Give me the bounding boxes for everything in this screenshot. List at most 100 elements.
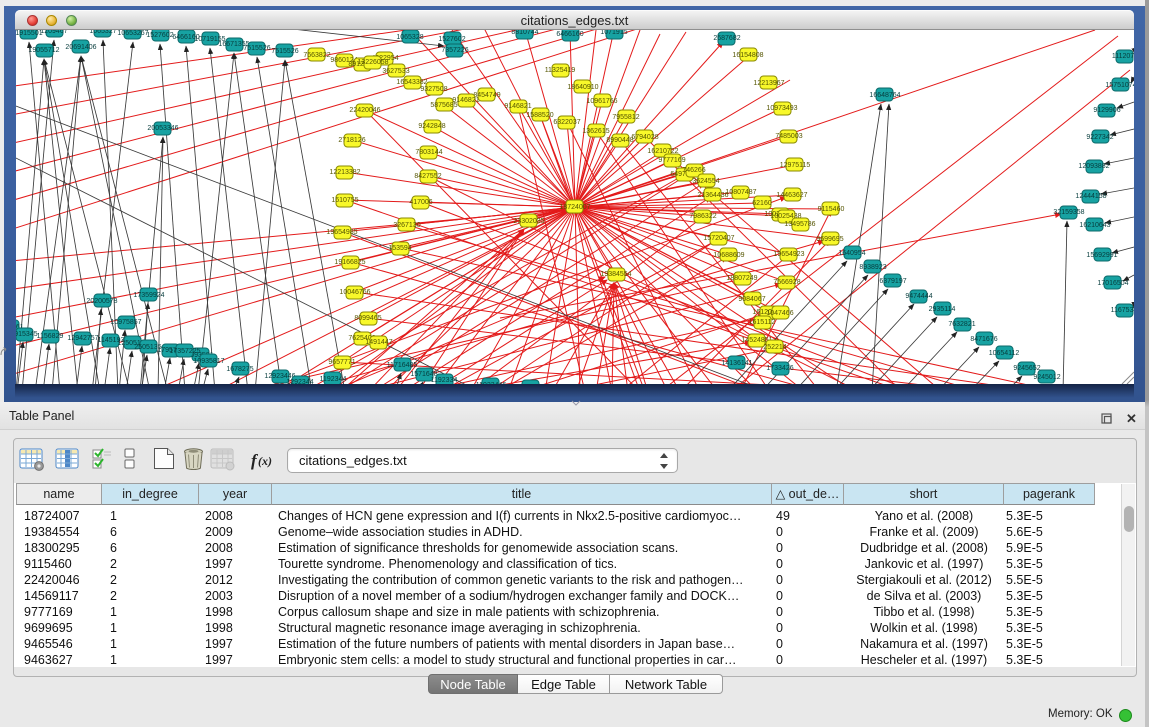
svg-text:3915345: 3915345 [16, 331, 38, 338]
svg-text:18807249: 18807249 [726, 275, 757, 282]
svg-text:9146821: 9146821 [504, 103, 531, 110]
svg-text:12942757: 12942757 [67, 335, 98, 342]
svg-text:7515526: 7515526 [271, 48, 298, 55]
svg-text:8810744: 8810744 [511, 30, 538, 36]
svg-text:1065327: 1065327 [89, 30, 116, 35]
svg-text:1527602: 1527602 [146, 32, 173, 39]
svg-text:1588520: 1588520 [526, 112, 553, 119]
svg-text:15720407: 15720407 [703, 235, 734, 242]
svg-text:9146821: 9146821 [452, 97, 479, 104]
svg-text:1640954: 1640954 [838, 250, 865, 257]
svg-text:9657771: 9657771 [328, 359, 355, 366]
svg-text:9777169: 9777169 [658, 157, 685, 164]
svg-text:20691406: 20691406 [65, 44, 96, 51]
svg-text:12444158: 12444158 [1075, 193, 1106, 200]
svg-text:12975115: 12975115 [780, 162, 811, 169]
svg-text:21364436: 21364436 [697, 192, 728, 199]
svg-text:62160: 62160 [752, 200, 772, 207]
svg-text:7663822: 7663822 [303, 52, 330, 59]
svg-text:1615112: 1615112 [749, 319, 776, 326]
svg-text:11716485: 11716485 [387, 362, 418, 369]
svg-text:153594: 153594 [388, 245, 411, 252]
svg-text:15751074: 15751074 [1105, 82, 1134, 89]
svg-text:10653267: 10653267 [117, 30, 148, 37]
svg-text:7632821: 7632821 [948, 321, 975, 328]
svg-text:7566928: 7566928 [773, 279, 800, 286]
svg-text:417006: 417006 [409, 199, 432, 206]
svg-text:2687682: 2687682 [713, 35, 740, 42]
svg-text:8990448: 8990448 [606, 137, 633, 144]
svg-text:6794028: 6794028 [631, 134, 658, 141]
svg-text:6322037: 6322037 [553, 119, 580, 126]
svg-text:13226058: 13226058 [357, 59, 388, 66]
svg-text:3627533: 3627533 [382, 68, 409, 75]
svg-text:19166825: 19166825 [334, 259, 365, 266]
svg-text:1915501: 1915501 [16, 30, 43, 37]
svg-text:10046766: 10046766 [339, 289, 370, 296]
svg-text:19055712: 19055712 [28, 47, 59, 54]
svg-text:13495786: 13495786 [784, 221, 815, 228]
svg-text:1527602: 1527602 [438, 36, 465, 43]
svg-text:9227342: 9227342 [1086, 134, 1113, 141]
svg-text:17359924: 17359924 [133, 292, 164, 299]
svg-text:10961766: 10961766 [586, 98, 617, 105]
svg-text:8427552: 8427552 [414, 173, 441, 180]
svg-text:17016504: 17016504 [1097, 280, 1128, 287]
svg-text:10654112: 10654112 [989, 350, 1020, 357]
svg-text:11325419: 11325419 [545, 67, 576, 74]
svg-text:1112074: 1112074 [1112, 53, 1134, 60]
svg-text:12213382: 12213382 [329, 169, 360, 176]
svg-text:16210643: 16210643 [1079, 222, 1110, 229]
svg-text:7485003: 7485003 [775, 133, 802, 140]
svg-text:1192344: 1192344 [320, 376, 347, 383]
svg-text:6466160: 6466160 [556, 31, 583, 38]
svg-text:9129906: 9129906 [1093, 107, 1120, 114]
svg-text:10935817: 10935817 [193, 358, 224, 365]
svg-text:7986322: 7986322 [689, 213, 716, 220]
svg-text:10975857: 10975857 [110, 319, 141, 326]
svg-text:(x): (x) [258, 454, 272, 468]
svg-text:22420046: 22420046 [349, 107, 380, 114]
svg-text:8471676: 8471676 [970, 336, 997, 343]
svg-text:1192334: 1192334 [431, 377, 458, 384]
svg-text:1362615: 1362615 [582, 128, 609, 135]
svg-text:10688609: 10688609 [713, 252, 744, 259]
svg-text:1733426: 1733426 [766, 365, 793, 372]
svg-text:12213967: 12213967 [753, 80, 784, 87]
svg-text:23302035: 23302035 [513, 218, 544, 225]
svg-text:1209467: 1209467 [40, 30, 67, 35]
svg-text:20200578: 20200578 [86, 298, 117, 305]
svg-text:1065328: 1065328 [396, 34, 423, 41]
svg-text:9115460: 9115460 [818, 206, 845, 213]
svg-text:14136141: 14136141 [721, 360, 752, 367]
svg-text:19654923: 19654923 [773, 251, 804, 258]
svg-text:2718126: 2718126 [338, 137, 365, 144]
svg-text:15692991: 15692991 [1086, 252, 1117, 259]
svg-text:1071915: 1071915 [600, 30, 627, 36]
svg-text:17357225: 17357225 [169, 348, 200, 355]
svg-text:6379197: 6379197 [879, 278, 906, 285]
svg-text:3267130: 3267130 [393, 222, 420, 229]
svg-text:16648764: 16648764 [869, 92, 900, 99]
svg-text:8938923: 8938923 [859, 264, 886, 271]
svg-text:9084067: 9084067 [738, 296, 765, 303]
svg-text:32159358: 32159358 [1053, 209, 1084, 216]
svg-text:18724007: 18724007 [559, 204, 590, 211]
svg-text:7803144: 7803144 [415, 149, 442, 156]
svg-text:20053346: 20053346 [147, 125, 178, 132]
svg-text:1610755: 1610755 [331, 197, 358, 204]
svg-text:12093882: 12093882 [1078, 163, 1109, 170]
svg-text:7955812: 7955812 [612, 114, 639, 121]
svg-text:9245652: 9245652 [1013, 365, 1040, 372]
svg-text:8099465: 8099465 [354, 315, 381, 322]
svg-text:1167534: 1167534 [1111, 307, 1134, 314]
svg-text:9245012: 9245012 [1033, 374, 1060, 381]
svg-text:16154808: 16154808 [732, 52, 763, 59]
svg-text:7515526: 7515526 [243, 45, 270, 52]
svg-text:19654985: 19654985 [326, 229, 357, 236]
svg-text:1491447: 1491447 [365, 339, 392, 346]
svg-text:2935114: 2935114 [929, 306, 956, 313]
svg-text:9474444: 9474444 [905, 293, 932, 300]
svg-text:746266: 746266 [682, 167, 705, 174]
svg-text:1678275: 1678275 [226, 366, 253, 373]
